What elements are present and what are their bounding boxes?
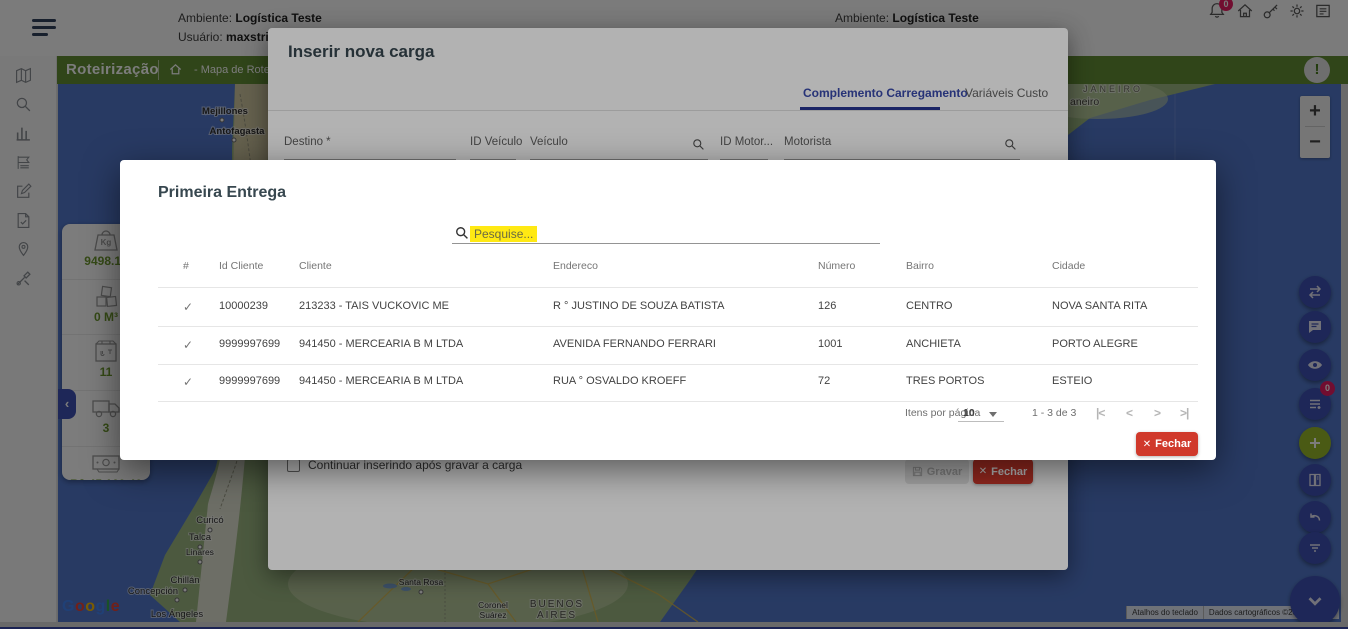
row2-endereco: AVENIDA FERNANDO FERRARI [553,338,716,350]
row2-cidade: PORTO ALEGRE [1052,338,1138,350]
row3-check-icon[interactable] [183,375,193,389]
row3-numero: 72 [818,375,830,387]
delivery-close-button[interactable]: ✕ Fechar [1136,432,1198,456]
col-header-numero[interactable]: Número [818,260,855,272]
row1-cliente: 213233 - TAIS VUCKOVIC ME [299,300,449,312]
table-divider [158,401,1198,402]
row2-id-cliente: 9999997699 [219,338,280,350]
last-page-icon[interactable]: >| [1180,406,1188,420]
prev-page-icon[interactable]: < [1126,406,1132,420]
row3-endereco: RUA ° OSVALDO KROEFF [553,375,686,387]
col-header-cidade[interactable]: Cidade [1052,260,1085,272]
row2-numero: 1001 [818,338,842,350]
row2-cliente: 941450 - MERCEARIA B M LTDA [299,338,463,350]
app-screen: Ambiente: Logística Teste Usuário: maxst… [0,0,1348,629]
row1-check-icon[interactable] [183,300,193,314]
search-input[interactable]: Pesquise... [470,226,537,242]
table-divider [158,287,1198,288]
row1-bairro: CENTRO [906,300,952,312]
page-size-select[interactable]: 10 [963,407,975,419]
col-header-endereco[interactable]: Endereco [553,260,598,272]
delivery-close-label: Fechar [1155,438,1191,450]
row1-numero: 126 [818,300,836,312]
col-header-bairro[interactable]: Bairro [906,260,934,272]
row3-cliente: 941450 - MERCEARIA B M LTDA [299,375,463,387]
page-range-label: 1 - 3 de 3 [1032,407,1076,419]
col-header-check[interactable]: # [183,260,189,272]
first-page-icon[interactable]: |< [1096,406,1104,420]
row3-bairro: TRES PORTOS [906,375,984,387]
first-delivery-modal: Primeira Entrega Pesquise... # Id Client… [120,160,1216,460]
table-divider [158,364,1198,365]
row1-id-cliente: 10000239 [219,300,268,312]
row2-bairro: ANCHIETA [906,338,961,350]
search-underline [452,243,880,244]
page-size-caret-icon [989,412,997,417]
col-header-id-cliente[interactable]: Id Cliente [219,260,263,272]
delivery-close-x-icon: ✕ [1143,439,1151,450]
delivery-modal-title: Primeira Entrega [158,184,286,202]
row3-cidade: ESTEIO [1052,375,1092,387]
row1-endereco: R ° JUSTINO DE SOUZA BATISTA [553,300,724,312]
col-header-cliente[interactable]: Cliente [299,260,332,272]
row3-id-cliente: 9999997699 [219,375,280,387]
row1-cidade: NOVA SANTA RITA [1052,300,1147,312]
page-size-underline [958,421,1004,422]
table-divider [158,326,1198,327]
next-page-icon[interactable]: > [1154,406,1160,420]
row2-check-icon[interactable] [183,338,193,352]
